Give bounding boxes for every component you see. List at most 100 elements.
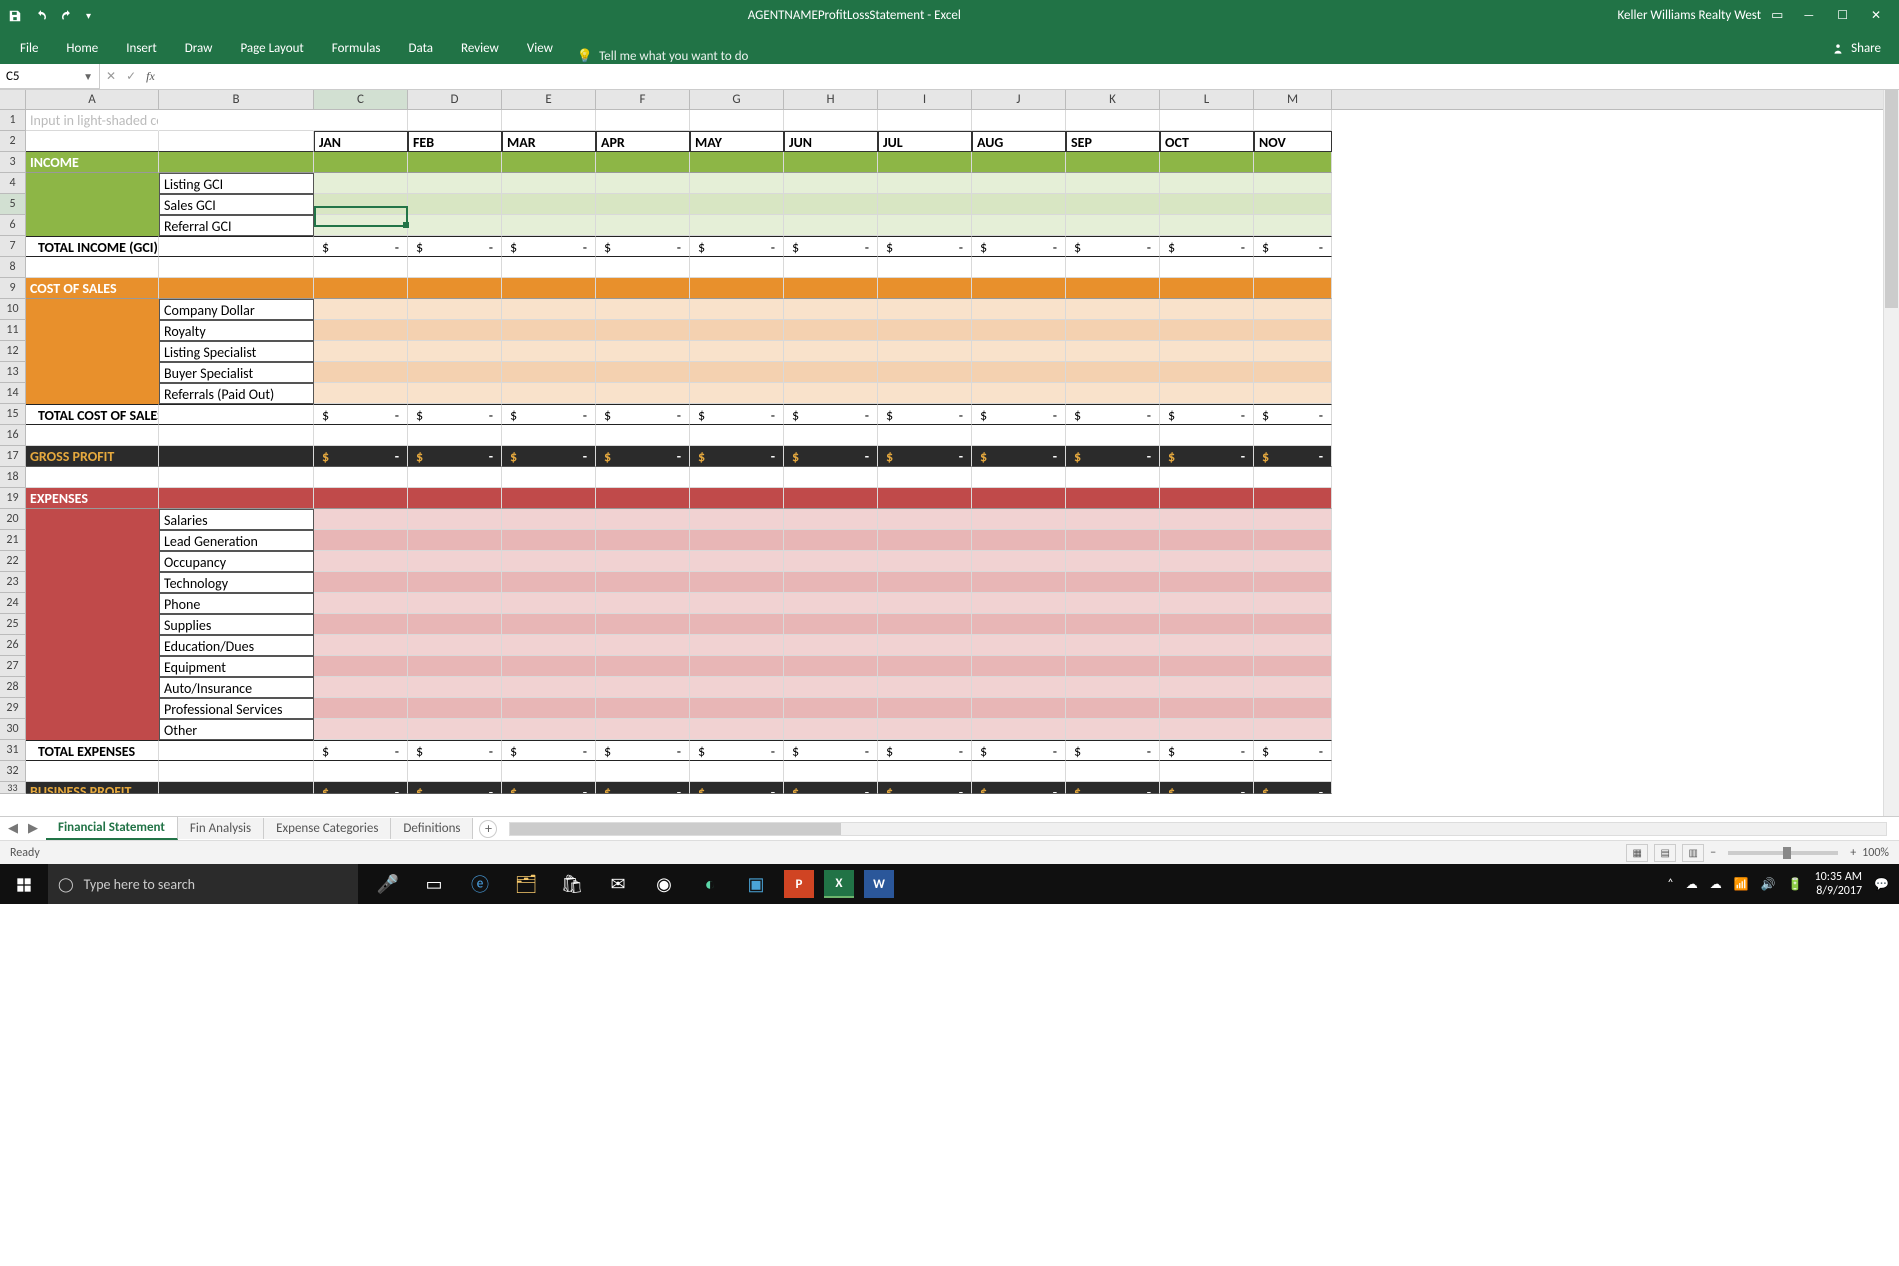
accept-formula-icon[interactable]: ✓ <box>126 69 136 84</box>
input-cell[interactable] <box>408 194 502 215</box>
onedrive-icon[interactable]: ☁ <box>1710 877 1722 892</box>
row-header-24[interactable]: 24 <box>0 593 26 614</box>
wifi-icon[interactable]: 📶 <box>1734 877 1749 892</box>
input-cell[interactable] <box>784 215 878 236</box>
input-cell[interactable] <box>1254 215 1332 236</box>
input-cell[interactable] <box>502 320 596 341</box>
input-cell[interactable] <box>1160 698 1254 719</box>
spreadsheet-grid[interactable]: A B C D E F G H I J K L M 1 Input in lig… <box>0 90 1899 816</box>
row-header-33[interactable]: 33 <box>0 782 26 794</box>
input-cell[interactable] <box>408 530 502 551</box>
row-header-11[interactable]: 11 <box>0 320 26 341</box>
zoom-level[interactable]: 100% <box>1862 846 1889 860</box>
input-cell[interactable] <box>878 299 972 320</box>
input-cell[interactable] <box>878 215 972 236</box>
input-cell[interactable] <box>314 719 408 740</box>
tab-view[interactable]: View <box>513 33 567 64</box>
account-label[interactable]: Keller Williams Realty West <box>1618 8 1762 23</box>
row-header-31[interactable]: 31 <box>0 740 26 761</box>
input-cell[interactable] <box>1066 362 1160 383</box>
input-cell[interactable] <box>972 551 1066 572</box>
input-cell[interactable] <box>596 299 690 320</box>
input-cell[interactable] <box>1066 614 1160 635</box>
input-cell[interactable] <box>784 509 878 530</box>
col-F[interactable]: F <box>596 90 690 109</box>
input-cell[interactable] <box>408 593 502 614</box>
input-cell[interactable] <box>1254 362 1332 383</box>
input-cell[interactable] <box>408 656 502 677</box>
input-cell[interactable] <box>784 551 878 572</box>
input-cell[interactable] <box>314 572 408 593</box>
input-cell[interactable] <box>784 341 878 362</box>
ribbon-options-icon[interactable]: ▭ <box>1771 8 1783 23</box>
input-cell[interactable] <box>972 635 1066 656</box>
input-cell[interactable] <box>1254 572 1332 593</box>
row-header-21[interactable]: 21 <box>0 530 26 551</box>
row-header-2[interactable]: 2 <box>0 131 26 152</box>
edge-icon[interactable]: ⓔ <box>458 864 502 904</box>
input-cell[interactable] <box>596 572 690 593</box>
input-cell[interactable] <box>408 320 502 341</box>
input-cell[interactable] <box>878 593 972 614</box>
input-cell[interactable] <box>972 698 1066 719</box>
sheet-tab-definitions[interactable]: Definitions <box>391 818 473 839</box>
input-cell[interactable] <box>1254 635 1332 656</box>
input-cell[interactable] <box>784 362 878 383</box>
input-cell[interactable] <box>1160 215 1254 236</box>
mail-icon[interactable]: ✉ <box>596 864 640 904</box>
view-page-break-button[interactable]: ▥ <box>1682 844 1704 862</box>
sheet-prev-icon[interactable]: ◀ <box>8 821 18 836</box>
cancel-formula-icon[interactable]: ✕ <box>106 69 116 84</box>
input-cell[interactable] <box>1254 194 1332 215</box>
input-cell[interactable] <box>408 719 502 740</box>
input-cell[interactable] <box>502 635 596 656</box>
input-cell[interactable] <box>690 719 784 740</box>
input-cell[interactable] <box>408 677 502 698</box>
col-I[interactable]: I <box>878 90 972 109</box>
row-header-22[interactable]: 22 <box>0 551 26 572</box>
input-cell[interactable] <box>690 698 784 719</box>
input-cell[interactable] <box>1254 677 1332 698</box>
input-cell[interactable] <box>690 383 784 404</box>
input-cell[interactable] <box>690 677 784 698</box>
input-cell[interactable] <box>972 341 1066 362</box>
input-cell[interactable] <box>314 677 408 698</box>
input-cell[interactable] <box>972 320 1066 341</box>
input-cell[interactable] <box>878 194 972 215</box>
input-cell[interactable] <box>1160 719 1254 740</box>
input-cell[interactable] <box>690 194 784 215</box>
row-header-18[interactable]: 18 <box>0 467 26 488</box>
input-cell[interactable] <box>784 299 878 320</box>
input-cell[interactable] <box>502 572 596 593</box>
input-cell[interactable] <box>596 551 690 572</box>
store-icon[interactable]: 🛍 <box>550 864 594 904</box>
minimize-button[interactable]: — <box>1793 9 1824 23</box>
col-C[interactable]: C <box>314 90 408 109</box>
chrome-icon[interactable]: ◉ <box>642 864 686 904</box>
input-cell[interactable] <box>878 383 972 404</box>
input-cell[interactable] <box>408 509 502 530</box>
input-cell[interactable] <box>1254 320 1332 341</box>
input-cell[interactable] <box>1066 173 1160 194</box>
input-cell[interactable] <box>1066 383 1160 404</box>
col-G[interactable]: G <box>690 90 784 109</box>
horizontal-scrollbar[interactable] <box>509 822 1887 836</box>
input-cell[interactable] <box>408 173 502 194</box>
input-cell[interactable] <box>784 614 878 635</box>
input-cell[interactable] <box>878 551 972 572</box>
input-cell[interactable] <box>972 656 1066 677</box>
input-cell[interactable] <box>1066 215 1160 236</box>
input-cell[interactable] <box>1160 362 1254 383</box>
sheet-next-icon[interactable]: ▶ <box>28 821 38 836</box>
input-cell[interactable] <box>1160 341 1254 362</box>
excel-icon[interactable]: X <box>824 870 854 898</box>
input-cell[interactable] <box>1254 530 1332 551</box>
input-cell[interactable] <box>1254 593 1332 614</box>
powerpoint-icon[interactable]: P <box>784 870 814 898</box>
input-cell[interactable] <box>314 530 408 551</box>
input-cell[interactable] <box>784 719 878 740</box>
input-cell[interactable] <box>502 173 596 194</box>
row-header-1[interactable]: 1 <box>0 110 26 131</box>
input-cell[interactable] <box>972 362 1066 383</box>
input-cell[interactable] <box>596 215 690 236</box>
